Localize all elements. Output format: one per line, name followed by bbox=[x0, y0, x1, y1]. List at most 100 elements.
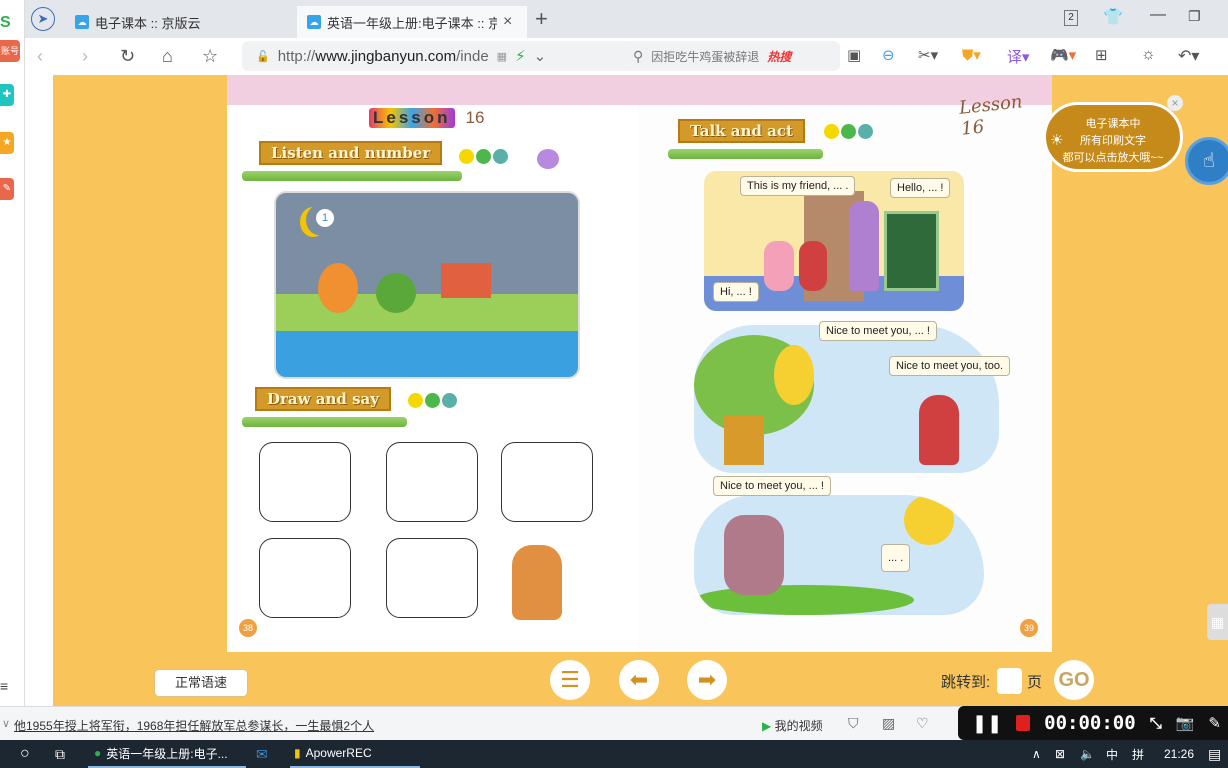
speech-bubble[interactable]: This is my friend, ... . bbox=[740, 176, 856, 196]
my-video-button[interactable]: ▶ 我的视频 bbox=[762, 717, 823, 734]
stop-button[interactable] bbox=[1016, 715, 1031, 731]
previous-page-button[interactable]: ⬅ bbox=[619, 660, 659, 700]
hot-search-label[interactable]: 热搜 bbox=[767, 48, 791, 65]
forward-icon[interactable]: › bbox=[82, 46, 88, 67]
go-button[interactable]: GO bbox=[1054, 660, 1094, 700]
clock[interactable]: 21:26 bbox=[1164, 740, 1194, 768]
dog-character bbox=[724, 515, 784, 595]
new-tab-button[interactable]: + bbox=[535, 6, 548, 32]
ime-language[interactable]: 中 bbox=[1106, 740, 1118, 768]
left-sidebar: S 账号 ✚ ★ ✎ ≡ bbox=[0, 0, 25, 740]
mail-icon[interactable]: ✉ bbox=[256, 740, 268, 768]
fish-drawing bbox=[318, 263, 358, 313]
star-icon[interactable]: ★ bbox=[0, 132, 14, 154]
plugin-icon[interactable]: ✚ bbox=[0, 84, 14, 106]
trace-box-moon[interactable] bbox=[501, 442, 593, 522]
play-icon: ▶ bbox=[762, 719, 772, 733]
tool-icon[interactable]: ✎ bbox=[0, 178, 14, 200]
speed-button[interactable]: 正常语速 bbox=[154, 669, 248, 697]
undo-icon[interactable]: ↶▾ bbox=[1178, 46, 1199, 66]
tray-expand-icon[interactable]: ∧ bbox=[1032, 740, 1041, 768]
refresh-icon[interactable]: ↻ bbox=[120, 46, 135, 67]
content-margin bbox=[25, 75, 53, 706]
translate-icon[interactable]: 译▾ bbox=[1007, 46, 1030, 67]
camera-icon[interactable]: 📷 bbox=[1176, 714, 1195, 732]
ime-mode[interactable]: 拼 bbox=[1132, 740, 1144, 768]
scene-parrot-boy[interactable] bbox=[694, 325, 999, 473]
minimize-button[interactable]: — bbox=[1150, 6, 1166, 24]
taskbar-browser[interactable]: ● 英语一年级上册:电子... bbox=[88, 740, 246, 768]
close-tab-icon[interactable]: × bbox=[503, 13, 512, 31]
volume-icon[interactable]: 🔈 bbox=[1080, 740, 1095, 768]
listen-number-illustration[interactable]: 1 bbox=[274, 191, 580, 379]
shield-icon[interactable]: ⛊▾ bbox=[962, 46, 981, 64]
right-page[interactable]: Lesson 16 Talk and act This is my friend… bbox=[638, 75, 1052, 652]
speech-bubble[interactable]: Nice to meet you, too. bbox=[889, 356, 1010, 376]
trace-box-watering-can[interactable] bbox=[259, 442, 351, 522]
rating-faces[interactable] bbox=[408, 393, 457, 408]
speech-bubble[interactable]: Nice to meet you, ... ! bbox=[713, 476, 831, 496]
cortana-icon[interactable]: ○ bbox=[20, 740, 30, 768]
section-heading-listen: Listen and number bbox=[259, 141, 443, 165]
taskbar: ○ ⧉ ● 英语一年级上册:电子... ✉ ▮ ApowerREC ∧ ⊠ 🔈 中 … bbox=[0, 740, 1228, 768]
adblock-icon[interactable]: ⊖ bbox=[882, 46, 895, 64]
next-page-button[interactable]: ➡ bbox=[687, 660, 727, 700]
pen-icon[interactable]: ✎ bbox=[1208, 714, 1221, 732]
trace-box-spoon[interactable] bbox=[386, 538, 478, 618]
shield-icon[interactable]: ⛉ bbox=[848, 715, 859, 732]
tab-english-textbook[interactable]: ☁ 英语一年级上册:电子课本 :: 京 × bbox=[297, 6, 527, 38]
chevron-down-icon[interactable]: ⌄ bbox=[534, 47, 547, 65]
lightning-icon[interactable]: ⚡ bbox=[515, 47, 526, 65]
account-button[interactable]: 账号 bbox=[0, 40, 20, 62]
speech-bubble[interactable]: Nice to meet you, ... ! bbox=[819, 321, 937, 341]
speech-bubble[interactable]: Hello, ... ! bbox=[890, 178, 951, 198]
left-page[interactable]: Lesson 16 Listen and number 1 Draw and s… bbox=[227, 75, 638, 652]
speech-bubble[interactable]: ... . bbox=[881, 544, 911, 572]
tab-counter[interactable]: 2 bbox=[1064, 10, 1078, 26]
rating-faces[interactable] bbox=[824, 124, 873, 139]
trace-box-eyes[interactable] bbox=[259, 538, 351, 618]
qr-code-icon[interactable]: ▦ bbox=[1207, 604, 1228, 640]
home-icon[interactable]: ⌂ bbox=[162, 46, 173, 67]
menu-button[interactable]: ☰ bbox=[550, 660, 590, 700]
rating-faces[interactable] bbox=[459, 149, 508, 164]
search-box[interactable]: ⚲ 因拒吃牛鸡蛋被辞退 热搜 bbox=[625, 41, 840, 71]
task-view-icon[interactable]: ⧉ bbox=[55, 740, 65, 768]
search-icon: ⚲ bbox=[633, 47, 644, 64]
chevron-down-icon[interactable]: ∨ bbox=[2, 717, 10, 730]
image-icon[interactable]: ▨ bbox=[882, 715, 895, 732]
trace-box-pond[interactable] bbox=[386, 442, 478, 522]
news-ticker-link[interactable]: 他1955年授上将军衔，1968年担任解放军总参谋长，一生最惧2个人 bbox=[14, 717, 374, 734]
navigation-icon[interactable]: ➤ bbox=[31, 7, 55, 31]
collapse-icon[interactable]: ⤡ bbox=[1150, 715, 1162, 732]
section-heading-draw: Draw and say bbox=[255, 387, 391, 411]
scissors-icon[interactable]: ✂▾ bbox=[918, 46, 938, 64]
touch-hand-icon[interactable]: ☝ bbox=[1185, 137, 1228, 185]
scene-dog-parrot[interactable] bbox=[694, 495, 984, 615]
network-icon[interactable]: ⊠ bbox=[1055, 740, 1065, 768]
back-icon[interactable]: ‹ bbox=[37, 46, 43, 67]
game-icon[interactable]: 🎮▾ bbox=[1050, 46, 1076, 64]
speech-bubble[interactable]: Hi, ... ! bbox=[713, 282, 759, 302]
bookmark-star-icon[interactable]: ☆ bbox=[202, 46, 218, 67]
restore-button[interactable]: ❐ bbox=[1188, 8, 1201, 25]
apps-grid-icon[interactable]: ⊞ bbox=[1095, 46, 1108, 64]
tab-jingbanyun[interactable]: ☁ 电子课本 :: 京版云 bbox=[65, 6, 295, 38]
close-tip-icon[interactable]: × bbox=[1167, 95, 1183, 111]
skin-icon[interactable]: 👕 bbox=[1103, 7, 1123, 27]
url-host: www.jingbanyun.com bbox=[315, 47, 457, 65]
heart-icon[interactable]: ♡ bbox=[916, 715, 929, 732]
reader-icon[interactable]: ▣ bbox=[847, 46, 861, 64]
audio-book-icon[interactable] bbox=[537, 149, 559, 169]
grass-drawing bbox=[694, 585, 914, 615]
brightness-icon[interactable]: ☼ bbox=[1141, 46, 1156, 64]
browser-icon: ● bbox=[94, 746, 102, 760]
taskbar-apowerrec[interactable]: ▮ ApowerREC bbox=[290, 740, 420, 768]
pause-button[interactable]: ❚❚ bbox=[972, 713, 1002, 734]
url-prefix: http:// bbox=[277, 47, 316, 65]
page-number-input[interactable] bbox=[997, 668, 1022, 694]
qr-icon[interactable]: ▦ bbox=[497, 50, 507, 63]
menu-icon[interactable]: ≡ bbox=[0, 678, 8, 694]
address-bar[interactable]: 🔓 http://www.jingbanyun.com/inde ▦ ⚡ ⌄ bbox=[242, 41, 632, 71]
notification-icon[interactable]: ▤ bbox=[1208, 740, 1221, 768]
